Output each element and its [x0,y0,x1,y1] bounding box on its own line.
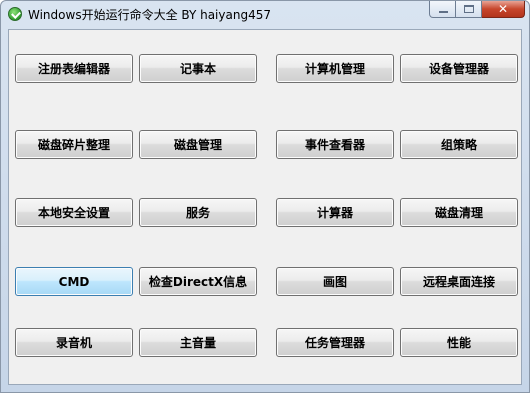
disk-management-button[interactable]: 磁盘管理 [139,130,257,159]
notepad-button[interactable]: 记事本 [139,54,257,83]
master-volume-button[interactable]: 主音量 [139,328,257,357]
disk-cleanup-button[interactable]: 磁盘清理 [400,198,518,227]
local-security-button[interactable]: 本地安全设置 [15,198,133,227]
regedit-button[interactable]: 注册表编辑器 [15,54,133,83]
maximize-icon [464,5,474,13]
performance-button[interactable]: 性能 [400,328,518,357]
command-panel: 注册表编辑器 记事本 计算机管理 设备管理器 磁盘碎片整理 磁盘管理 事件查看器… [8,29,522,385]
task-manager-button[interactable]: 任务管理器 [276,328,394,357]
caption-buttons: ✕ [429,1,525,18]
paint-button[interactable]: 画图 [276,267,394,296]
app-logo-icon [8,7,22,21]
app-window: Windows开始运行命令大全 BY haiyang457 ✕ 注册表编辑器 记… [0,0,530,393]
services-button[interactable]: 服务 [139,198,257,227]
remote-desktop-button[interactable]: 远程桌面连接 [400,267,518,296]
disk-defragment-button[interactable]: 磁盘碎片整理 [15,130,133,159]
directx-info-button[interactable]: 检查DirectX信息 [139,267,257,296]
event-viewer-button[interactable]: 事件查看器 [276,130,394,159]
group-policy-button[interactable]: 组策略 [400,130,518,159]
calculator-button[interactable]: 计算器 [276,198,394,227]
close-button[interactable]: ✕ [482,1,525,18]
device-manager-button[interactable]: 设备管理器 [400,54,518,83]
close-icon: ✕ [497,2,509,16]
minimize-button[interactable] [429,1,456,18]
sound-recorder-button[interactable]: 录音机 [15,328,133,357]
minimize-icon [439,11,448,13]
maximize-button[interactable] [456,1,482,18]
computer-management-button[interactable]: 计算机管理 [276,54,394,83]
window-title: Windows开始运行命令大全 BY haiyang457 [28,8,271,22]
cmd-button[interactable]: CMD [15,267,133,296]
title-bar[interactable]: Windows开始运行命令大全 BY haiyang457 ✕ [1,1,529,27]
